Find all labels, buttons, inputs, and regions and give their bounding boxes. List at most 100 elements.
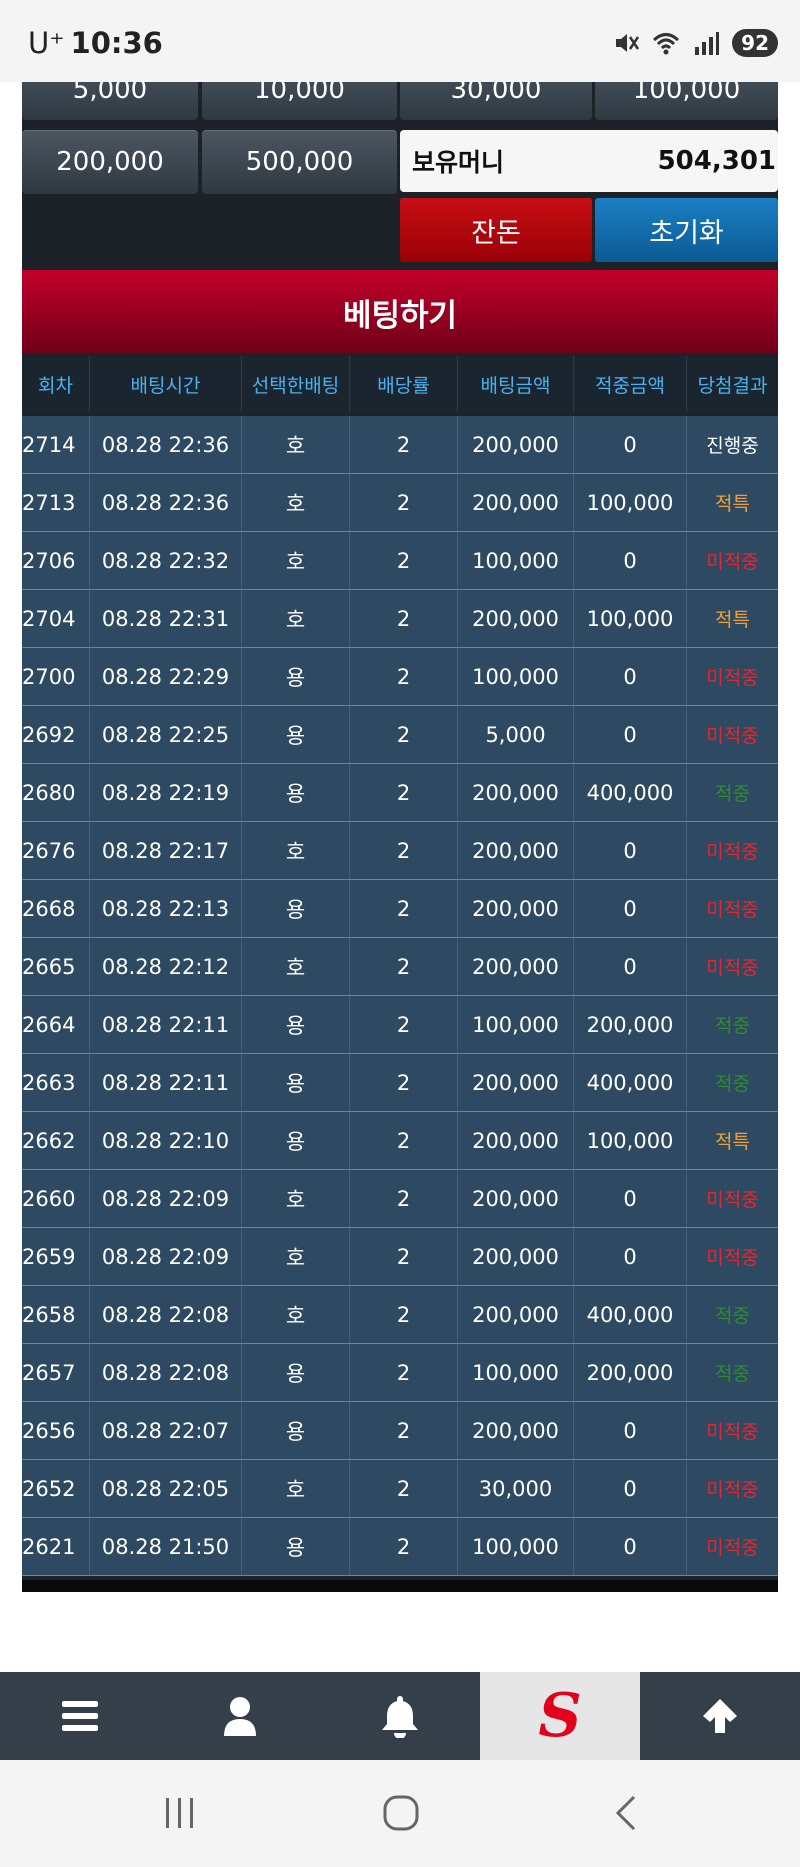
cell-result: 적특 bbox=[715, 493, 750, 515]
cell-win: 100,000 bbox=[574, 474, 687, 531]
col-round: 회차 bbox=[22, 356, 90, 412]
cell-amount: 200,000 bbox=[458, 764, 574, 821]
cell-time: 08.28 22:07 bbox=[90, 1402, 242, 1459]
table-row: 2713 08.28 22:36 호 2 200,000 100,000 적특 bbox=[22, 474, 778, 532]
cell-pick: 용 bbox=[242, 706, 350, 763]
cell-round: 2713 bbox=[22, 474, 90, 531]
cell-time: 08.28 22:10 bbox=[90, 1112, 242, 1169]
status-bar: U⁺ 10:36 92 bbox=[0, 0, 800, 82]
cell-win: 0 bbox=[574, 1228, 687, 1285]
cell-time: 08.28 22:09 bbox=[90, 1228, 242, 1285]
cell-win: 100,000 bbox=[574, 1112, 687, 1169]
status-time: U⁺ 10:36 bbox=[28, 26, 163, 60]
cell-amount: 200,000 bbox=[458, 416, 574, 473]
cell-time: 08.28 22:19 bbox=[90, 764, 242, 821]
chip-button[interactable]: 10,000 bbox=[202, 82, 397, 120]
cell-result: 적중 bbox=[715, 1073, 750, 1095]
cell-time: 08.28 22:11 bbox=[90, 1054, 242, 1111]
cell-win: 0 bbox=[574, 532, 687, 589]
cell-amount: 100,000 bbox=[458, 532, 574, 589]
chip-button[interactable]: 30,000 bbox=[400, 82, 592, 120]
cell-odds: 2 bbox=[350, 1286, 458, 1343]
panel-bottom-bar bbox=[22, 1580, 778, 1592]
table-row: 2680 08.28 22:19 용 2 200,000 400,000 적중 bbox=[22, 764, 778, 822]
cell-time: 08.28 22:36 bbox=[90, 416, 242, 473]
remainder-button[interactable]: 잔돈 bbox=[400, 198, 592, 262]
cell-result: 미적중 bbox=[706, 1537, 759, 1559]
table-row: 2658 08.28 22:08 호 2 200,000 400,000 적중 bbox=[22, 1286, 778, 1344]
cell-time: 08.28 22:17 bbox=[90, 822, 242, 879]
cell-win: 100,000 bbox=[574, 590, 687, 647]
table-row: 2657 08.28 22:08 용 2 100,000 200,000 적중 bbox=[22, 1344, 778, 1402]
cell-win: 0 bbox=[574, 938, 687, 995]
cell-pick: 호 bbox=[242, 474, 350, 531]
cell-round: 2704 bbox=[22, 590, 90, 647]
cell-result: 적특 bbox=[715, 1131, 750, 1153]
notification-button[interactable] bbox=[320, 1672, 480, 1760]
logo-button[interactable]: S bbox=[480, 1672, 640, 1760]
cell-round: 2656 bbox=[22, 1402, 90, 1459]
cell-win: 0 bbox=[574, 648, 687, 705]
chip-button[interactable]: 100,000 bbox=[595, 82, 778, 120]
cell-pick: 호 bbox=[242, 1170, 350, 1227]
cell-odds: 2 bbox=[350, 1112, 458, 1169]
col-result: 당첨결과 bbox=[697, 374, 768, 397]
balance-box: 보유머니 504,301 bbox=[400, 130, 778, 192]
reset-button[interactable]: 초기화 bbox=[595, 198, 778, 262]
table-row: 2676 08.28 22:17 호 2 200,000 0 미적중 bbox=[22, 822, 778, 880]
cell-pick: 호 bbox=[242, 532, 350, 589]
chip-button[interactable]: 200,000 bbox=[22, 130, 198, 194]
cell-amount: 200,000 bbox=[458, 822, 574, 879]
cell-pick: 호 bbox=[242, 416, 350, 473]
cell-round: 2668 bbox=[22, 880, 90, 937]
cell-odds: 2 bbox=[350, 532, 458, 589]
cell-amount: 5,000 bbox=[458, 706, 574, 763]
table-row: 2621 08.28 21:50 용 2 100,000 0 미적중 bbox=[22, 1518, 778, 1576]
user-button[interactable] bbox=[160, 1672, 320, 1760]
scroll-top-button[interactable] bbox=[640, 1672, 800, 1760]
cell-win: 0 bbox=[574, 822, 687, 879]
cell-win: 400,000 bbox=[574, 764, 687, 821]
bet-button[interactable]: 베팅하기 bbox=[22, 270, 778, 354]
cell-time: 08.28 22:25 bbox=[90, 706, 242, 763]
cell-win: 400,000 bbox=[574, 1286, 687, 1343]
cell-result: 미적중 bbox=[706, 899, 759, 921]
cell-result: 미적중 bbox=[706, 551, 759, 573]
cell-result: 미적중 bbox=[706, 1479, 759, 1501]
cell-pick: 호 bbox=[242, 590, 350, 647]
cell-odds: 2 bbox=[350, 938, 458, 995]
balance-value: 504,301 bbox=[657, 146, 776, 176]
cell-win: 0 bbox=[574, 1170, 687, 1227]
table-row: 2652 08.28 22:05 호 2 30,000 0 미적중 bbox=[22, 1460, 778, 1518]
home-button[interactable] bbox=[378, 1790, 424, 1836]
cell-pick: 용 bbox=[242, 996, 350, 1053]
cell-pick: 용 bbox=[242, 648, 350, 705]
cell-amount: 200,000 bbox=[458, 1228, 574, 1285]
table-row: 2665 08.28 22:12 호 2 200,000 0 미적중 bbox=[22, 938, 778, 996]
cell-result: 미적중 bbox=[706, 1189, 759, 1211]
cell-round: 2663 bbox=[22, 1054, 90, 1111]
cell-time: 08.28 22:29 bbox=[90, 648, 242, 705]
cell-result: 진행중 bbox=[706, 435, 759, 457]
menu-button[interactable] bbox=[0, 1672, 160, 1760]
cell-pick: 호 bbox=[242, 822, 350, 879]
cell-odds: 2 bbox=[350, 1402, 458, 1459]
history-table-header: 회차 배팅시간 선택한배팅 배당률 배팅금액 적중금액 당첨결과 bbox=[22, 356, 778, 412]
cell-result: 미적중 bbox=[706, 667, 759, 689]
cell-round: 2676 bbox=[22, 822, 90, 879]
table-row: 2714 08.28 22:36 호 2 200,000 0 진행중 bbox=[22, 416, 778, 474]
chip-button[interactable]: 5,000 bbox=[22, 82, 198, 120]
recents-button[interactable] bbox=[155, 1790, 205, 1836]
cell-time: 08.28 22:09 bbox=[90, 1170, 242, 1227]
col-amount: 배팅금액 bbox=[458, 356, 574, 412]
bell-icon bbox=[382, 1696, 418, 1738]
cell-pick: 호 bbox=[242, 1228, 350, 1285]
back-button[interactable] bbox=[605, 1790, 645, 1836]
cell-round: 2700 bbox=[22, 648, 90, 705]
chip-button[interactable]: 500,000 bbox=[202, 130, 397, 194]
cell-win: 200,000 bbox=[574, 1344, 687, 1401]
cell-result: 적특 bbox=[715, 609, 750, 631]
cell-odds: 2 bbox=[350, 1054, 458, 1111]
cell-round: 2652 bbox=[22, 1460, 90, 1517]
cell-win: 0 bbox=[574, 416, 687, 473]
